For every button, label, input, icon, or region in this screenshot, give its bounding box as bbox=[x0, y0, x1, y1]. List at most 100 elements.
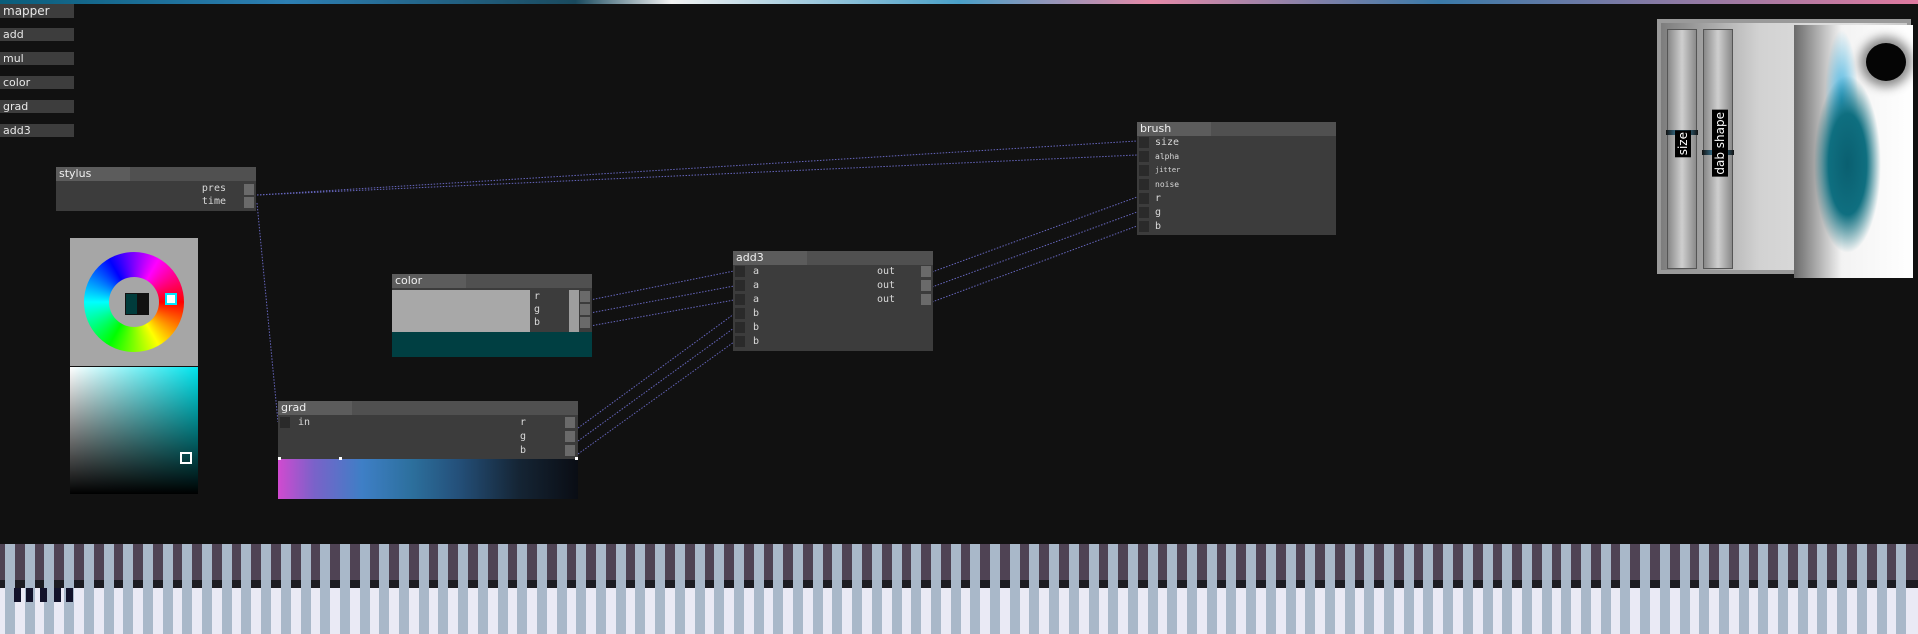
add3-out1-port[interactable] bbox=[921, 266, 931, 277]
keyboard-key[interactable] bbox=[104, 544, 114, 634]
keyboard-key[interactable] bbox=[360, 544, 370, 634]
keyboard-key[interactable] bbox=[419, 544, 429, 634]
keyboard-key[interactable] bbox=[1128, 544, 1138, 634]
keyboard-key[interactable] bbox=[1187, 544, 1197, 634]
keyboard-key[interactable] bbox=[399, 544, 409, 634]
keyboard-key[interactable] bbox=[872, 544, 882, 634]
keyboard-key[interactable] bbox=[931, 544, 941, 634]
keyboard-key[interactable] bbox=[123, 544, 133, 634]
keyboard-key[interactable] bbox=[222, 544, 232, 634]
color-b-port[interactable] bbox=[580, 317, 590, 328]
keyboard-key[interactable] bbox=[340, 544, 350, 634]
keyboard-key[interactable] bbox=[793, 544, 803, 634]
keyboard-key[interactable] bbox=[1739, 544, 1749, 634]
keyboard-key[interactable] bbox=[557, 544, 567, 634]
keyboard-key[interactable] bbox=[320, 544, 330, 634]
keyboard-key[interactable] bbox=[438, 544, 448, 634]
grad-node[interactable]: grad in r g b bbox=[278, 401, 578, 459]
add3-node[interactable]: add3 a a a b b b out out out bbox=[733, 251, 933, 351]
gradient-bar[interactable] bbox=[278, 459, 578, 499]
brush-g-port[interactable] bbox=[1139, 207, 1149, 218]
keyboard-key[interactable] bbox=[1384, 544, 1394, 634]
keyboard-key[interactable] bbox=[1620, 544, 1630, 634]
stylus-time-port[interactable] bbox=[244, 197, 254, 208]
keyboard-key[interactable] bbox=[301, 544, 311, 634]
keyboard-key[interactable] bbox=[84, 544, 94, 634]
brush-r-port[interactable] bbox=[1139, 193, 1149, 204]
saturation-value-square[interactable] bbox=[70, 367, 198, 494]
keyboard-key[interactable] bbox=[1522, 544, 1532, 634]
keyboard-key[interactable] bbox=[1325, 544, 1335, 634]
add3-out2-port[interactable] bbox=[921, 280, 931, 291]
keyboard-key[interactable] bbox=[990, 544, 1000, 634]
keyboard-key[interactable] bbox=[281, 544, 291, 634]
keyboard-key[interactable] bbox=[1640, 544, 1650, 634]
hue-marker[interactable] bbox=[165, 293, 177, 305]
keyboard-key[interactable] bbox=[517, 544, 527, 634]
keyboard-key[interactable] bbox=[852, 544, 862, 634]
keyboard-key[interactable] bbox=[1837, 544, 1847, 634]
keyboard-key[interactable] bbox=[1660, 544, 1670, 634]
keyboard-key[interactable] bbox=[1089, 544, 1099, 634]
menu-add3-button[interactable]: add3 bbox=[0, 124, 74, 137]
keyboard-key[interactable] bbox=[1069, 544, 1079, 634]
keyboard-key[interactable] bbox=[675, 544, 685, 634]
brush-b-port[interactable] bbox=[1139, 221, 1149, 232]
keyboard-key[interactable] bbox=[596, 544, 606, 634]
keyboard-key[interactable] bbox=[143, 544, 153, 634]
brush-preview-canvas[interactable] bbox=[1794, 25, 1913, 278]
grad-r-port[interactable] bbox=[565, 417, 575, 428]
keyboard-key[interactable] bbox=[1542, 544, 1552, 634]
keyboard-key[interactable] bbox=[1148, 544, 1158, 634]
keyboard-key[interactable] bbox=[695, 544, 705, 634]
color-r-port[interactable] bbox=[580, 291, 590, 302]
keyboard-key[interactable] bbox=[1423, 544, 1433, 634]
keyboard-key[interactable] bbox=[379, 544, 389, 634]
gradient-stop[interactable] bbox=[278, 457, 281, 460]
keyboard-key[interactable] bbox=[1207, 544, 1217, 634]
keyboard-key[interactable] bbox=[1817, 544, 1827, 634]
keyboard-key[interactable] bbox=[714, 544, 724, 634]
keyboard-key[interactable] bbox=[892, 544, 902, 634]
add3-b3-port[interactable] bbox=[735, 336, 745, 347]
keyboard-key[interactable] bbox=[1286, 544, 1296, 634]
keyboard-black-key[interactable] bbox=[54, 588, 61, 602]
keyboard-key[interactable] bbox=[616, 544, 626, 634]
dab-shape-slider-label[interactable]: dab shape bbox=[1712, 110, 1728, 177]
brush-size-port[interactable] bbox=[1139, 137, 1149, 148]
brush-node[interactable]: brush size alpha jitter noise r g b bbox=[1137, 122, 1336, 235]
grad-g-port[interactable] bbox=[565, 431, 575, 442]
keyboard-key[interactable] bbox=[1857, 544, 1867, 634]
gradient-stop[interactable] bbox=[339, 457, 342, 460]
keyboard-key[interactable] bbox=[734, 544, 744, 634]
keyboard-key[interactable] bbox=[1877, 544, 1887, 634]
keyboard-key[interactable] bbox=[202, 544, 212, 634]
keyboard-key[interactable] bbox=[1463, 544, 1473, 634]
keyboard-key[interactable] bbox=[1108, 544, 1118, 634]
keyboard-key[interactable] bbox=[773, 544, 783, 634]
keyboard-black-key[interactable] bbox=[14, 588, 21, 602]
keyboard-key[interactable] bbox=[1246, 544, 1256, 634]
stylus-pres-port[interactable] bbox=[244, 184, 254, 195]
keyboard-key[interactable] bbox=[635, 544, 645, 634]
keyboard-key[interactable] bbox=[970, 544, 980, 634]
add3-b2-port[interactable] bbox=[735, 322, 745, 333]
size-slider[interactable]: size bbox=[1666, 29, 1698, 269]
keyboard-key[interactable] bbox=[1010, 544, 1020, 634]
add3-a3-port[interactable] bbox=[735, 294, 745, 305]
brush-noise-port[interactable] bbox=[1139, 179, 1149, 190]
menu-grad-button[interactable]: grad bbox=[0, 100, 74, 113]
keyboard-key[interactable] bbox=[655, 544, 665, 634]
keyboard-key[interactable] bbox=[1483, 544, 1493, 634]
keyboard-black-key[interactable] bbox=[40, 588, 47, 602]
keyboard-key[interactable] bbox=[1404, 544, 1414, 634]
keyboard-key[interactable] bbox=[1167, 544, 1177, 634]
keyboard-key[interactable] bbox=[1719, 544, 1729, 634]
brush-alpha-port[interactable] bbox=[1139, 151, 1149, 162]
keyboard-key[interactable] bbox=[951, 544, 961, 634]
menu-color-button[interactable]: color bbox=[0, 76, 74, 89]
keyboard-key[interactable] bbox=[1266, 544, 1276, 634]
grad-b-port[interactable] bbox=[565, 445, 575, 456]
keyboard-key[interactable] bbox=[754, 544, 764, 634]
keyboard-key[interactable] bbox=[1364, 544, 1374, 634]
